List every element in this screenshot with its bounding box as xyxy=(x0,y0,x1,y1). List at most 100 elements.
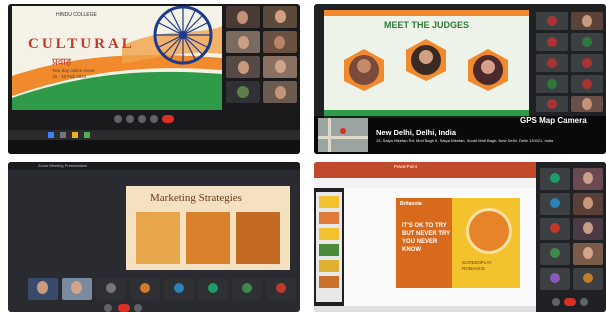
participant-tile[interactable] xyxy=(573,218,603,240)
event-title-hindi: प्रवाह xyxy=(52,57,72,68)
participant-tile[interactable] xyxy=(96,278,126,300)
participant-tile[interactable] xyxy=(266,278,296,300)
ppt-ribbon: PowerPoint xyxy=(314,162,536,178)
app-icon[interactable] xyxy=(84,132,90,138)
participant-tile[interactable] xyxy=(571,96,603,112)
slide-banner: MEET THE JUDGES xyxy=(384,20,470,30)
end-call-button[interactable] xyxy=(564,298,576,306)
judge-portrait xyxy=(468,49,508,91)
participant-tile[interactable] xyxy=(232,278,262,300)
end-call-button[interactable] xyxy=(118,304,130,312)
camera-icon[interactable] xyxy=(580,298,588,306)
map-pin-icon xyxy=(340,128,346,134)
zoom-screen-marketing: Zoom Meeting Presentation Marketing Stra… xyxy=(8,162,300,312)
presented-slide: Marketing Strategies xyxy=(126,186,290,270)
strategy-card xyxy=(136,212,180,264)
participant-tile[interactable] xyxy=(226,6,260,28)
participant-tile[interactable] xyxy=(573,193,603,215)
event-tagline: Two-day online event xyxy=(52,68,95,73)
participant-tile[interactable] xyxy=(571,33,603,51)
meeting-sidebar xyxy=(538,162,606,312)
participant-tile[interactable] xyxy=(226,81,260,103)
judge-portrait xyxy=(406,39,446,81)
slide-top-stripe xyxy=(324,10,529,16)
slide-thumbnail[interactable] xyxy=(319,244,339,256)
participant-tile[interactable] xyxy=(540,243,570,265)
participant-tile[interactable] xyxy=(263,81,297,103)
mic-icon[interactable] xyxy=(114,115,122,123)
participant-tile[interactable] xyxy=(573,268,603,290)
meeting-controls xyxy=(8,112,300,126)
presented-slide: HINDU COLLEGE CULTURAL प्रवाह Two-day on… xyxy=(12,6,222,110)
participant-tile[interactable] xyxy=(571,54,603,72)
participant-tile[interactable] xyxy=(130,278,160,300)
participant-tile[interactable] xyxy=(164,278,194,300)
participant-strip xyxy=(28,278,300,304)
slide-title: Marketing Strategies xyxy=(150,192,242,204)
strategy-card xyxy=(236,212,280,264)
college-header: HINDU COLLEGE xyxy=(56,12,97,18)
participant-tile[interactable] xyxy=(536,12,568,30)
participant-tile[interactable] xyxy=(263,56,297,78)
ppt-ribbon-tools xyxy=(314,178,536,188)
participant-tile[interactable] xyxy=(536,33,568,51)
participant-tile[interactable] xyxy=(536,96,568,112)
present-icon[interactable] xyxy=(150,115,158,123)
participant-tile[interactable] xyxy=(536,54,568,72)
gps-location-title: New Delhi, Delhi, India xyxy=(376,128,457,137)
participant-tile[interactable] xyxy=(573,243,603,265)
participant-tile[interactable] xyxy=(540,218,570,240)
slide-brand: Britannia xyxy=(400,201,422,207)
window-titlebar: Zoom Meeting Presentation xyxy=(8,162,300,170)
slide-thumbnail[interactable] xyxy=(319,276,339,288)
slide-thumbnails xyxy=(316,192,342,302)
participant-tile[interactable] xyxy=(226,31,260,53)
ashoka-chakra-icon xyxy=(153,6,213,65)
participant-tile[interactable] xyxy=(263,31,297,53)
slide-subtext: SCREENPLAY ROMANCE xyxy=(462,260,492,271)
end-call-button[interactable] xyxy=(162,115,174,123)
slide-headline: IT'S OK TO TRY BUT NEVER TRY YOU NEVER K… xyxy=(402,223,451,253)
participant-tile[interactable] xyxy=(226,56,260,78)
participant-tile[interactable] xyxy=(28,278,58,300)
food-bowl-image xyxy=(466,208,512,254)
slide-thumbnail[interactable] xyxy=(319,228,339,240)
judge-portrait xyxy=(344,49,384,91)
captions-icon[interactable] xyxy=(138,115,146,123)
monitor-bezel xyxy=(8,140,300,154)
meet-screen-judges: MEET THE JUDGES GPS Map Camera New Delhi… xyxy=(314,4,606,154)
event-date: 15 - 16 Feb 2022 xyxy=(52,74,87,79)
participant-tile[interactable] xyxy=(198,278,228,300)
meet-screen-cultural: HINDU COLLEGE CULTURAL प्रवाह Two-day on… xyxy=(8,4,300,154)
start-icon[interactable] xyxy=(48,132,54,138)
camera-icon[interactable] xyxy=(126,115,134,123)
mic-icon[interactable] xyxy=(104,304,112,312)
slide-thumbnail[interactable] xyxy=(319,260,339,272)
gps-overlay: GPS Map Camera New Delhi, Delhi, India 1… xyxy=(314,116,606,154)
participant-tile[interactable] xyxy=(573,168,603,190)
window-title: Zoom Meeting Presentation xyxy=(38,163,88,168)
participant-tile[interactable] xyxy=(62,278,92,300)
mic-icon[interactable] xyxy=(552,298,560,306)
strategy-card xyxy=(186,212,230,264)
participant-tile[interactable] xyxy=(540,268,570,290)
participant-tile[interactable] xyxy=(571,75,603,93)
window-title: PowerPoint xyxy=(394,164,418,169)
current-slide[interactable]: Britannia IT'S OK TO TRY BUT NEVER TRY Y… xyxy=(396,198,520,288)
slide-thumbnail[interactable] xyxy=(319,212,339,224)
presented-slide: MEET THE JUDGES xyxy=(324,10,529,118)
ppt-statusbar xyxy=(314,306,536,312)
participant-tile[interactable] xyxy=(263,6,297,28)
participant-tile[interactable] xyxy=(536,75,568,93)
camera-icon[interactable] xyxy=(134,304,142,312)
participant-tile[interactable] xyxy=(540,168,570,190)
ppt-canvas: Britannia IT'S OK TO TRY BUT NEVER TRY Y… xyxy=(344,188,536,306)
taskbar xyxy=(8,130,300,140)
app-icon[interactable] xyxy=(60,132,66,138)
app-icon[interactable] xyxy=(72,132,78,138)
participant-tile[interactable] xyxy=(540,193,570,215)
map-thumbnail xyxy=(318,118,368,152)
gps-app-name: GPS Map Camera xyxy=(520,116,587,125)
participant-tile[interactable] xyxy=(571,12,603,30)
slide-thumbnail[interactable] xyxy=(319,196,339,208)
